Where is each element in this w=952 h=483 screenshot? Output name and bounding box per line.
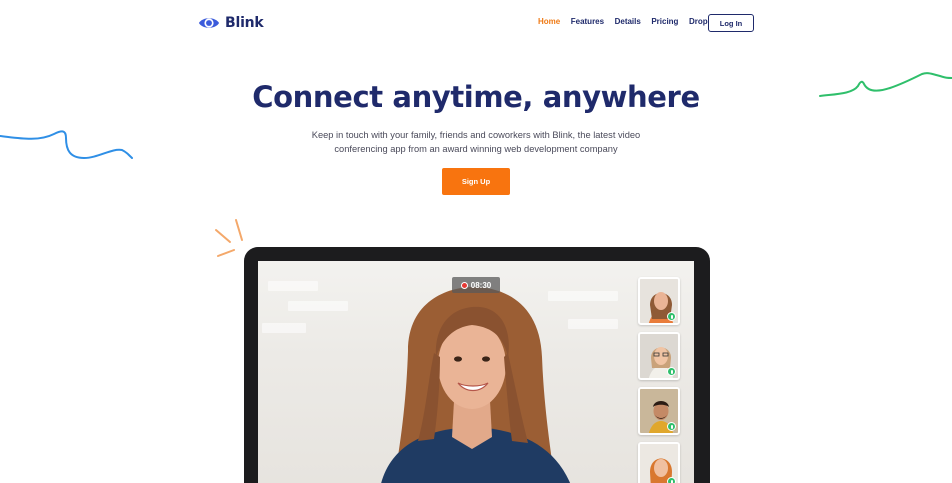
participant-thumbnail[interactable]: [638, 387, 680, 435]
hero-subtitle-line-2: conferencing app from an award winning w…: [334, 144, 618, 154]
participant-thumbnail[interactable]: [638, 442, 680, 483]
main-nav: Home Features Details Pricing Drop: [538, 17, 724, 26]
login-button[interactable]: Log In: [708, 14, 754, 32]
call-timer-text: 08:30: [470, 280, 492, 290]
nav-pricing[interactable]: Pricing: [651, 17, 678, 26]
main-speaker-video: [381, 287, 570, 483]
microphone-icon: [667, 367, 676, 376]
brand-logo[interactable]: Blink: [198, 12, 264, 34]
nav-home[interactable]: Home: [538, 17, 560, 26]
record-icon: [460, 281, 468, 289]
call-timer: 08:30: [452, 277, 500, 293]
brand-name: Blink: [225, 15, 264, 31]
participant-list: [638, 277, 682, 483]
microphone-icon: [667, 422, 676, 431]
microphone-icon: [667, 477, 676, 483]
participant-thumbnail[interactable]: [638, 277, 680, 325]
hero-subtitle: Keep in touch with your family, friends …: [296, 128, 656, 156]
site-header: Blink Home Features Details Pricing Drop…: [0, 0, 952, 46]
hero-subtitle-line-1: Keep in touch with your family, friends …: [311, 130, 641, 140]
nav-features[interactable]: Features: [571, 17, 604, 26]
blue-squiggle-decoration: [0, 130, 133, 160]
nav-details[interactable]: Details: [615, 17, 641, 26]
microphone-icon: [667, 312, 676, 321]
video-call-screen: 08:30: [258, 261, 694, 483]
eye-icon: [198, 18, 220, 28]
signup-button[interactable]: Sign Up: [442, 168, 510, 195]
hero-title: Connect anytime, anywhere: [252, 80, 700, 114]
nav-drop-label: Drop: [688, 17, 708, 26]
participant-thumbnail[interactable]: [638, 332, 680, 380]
